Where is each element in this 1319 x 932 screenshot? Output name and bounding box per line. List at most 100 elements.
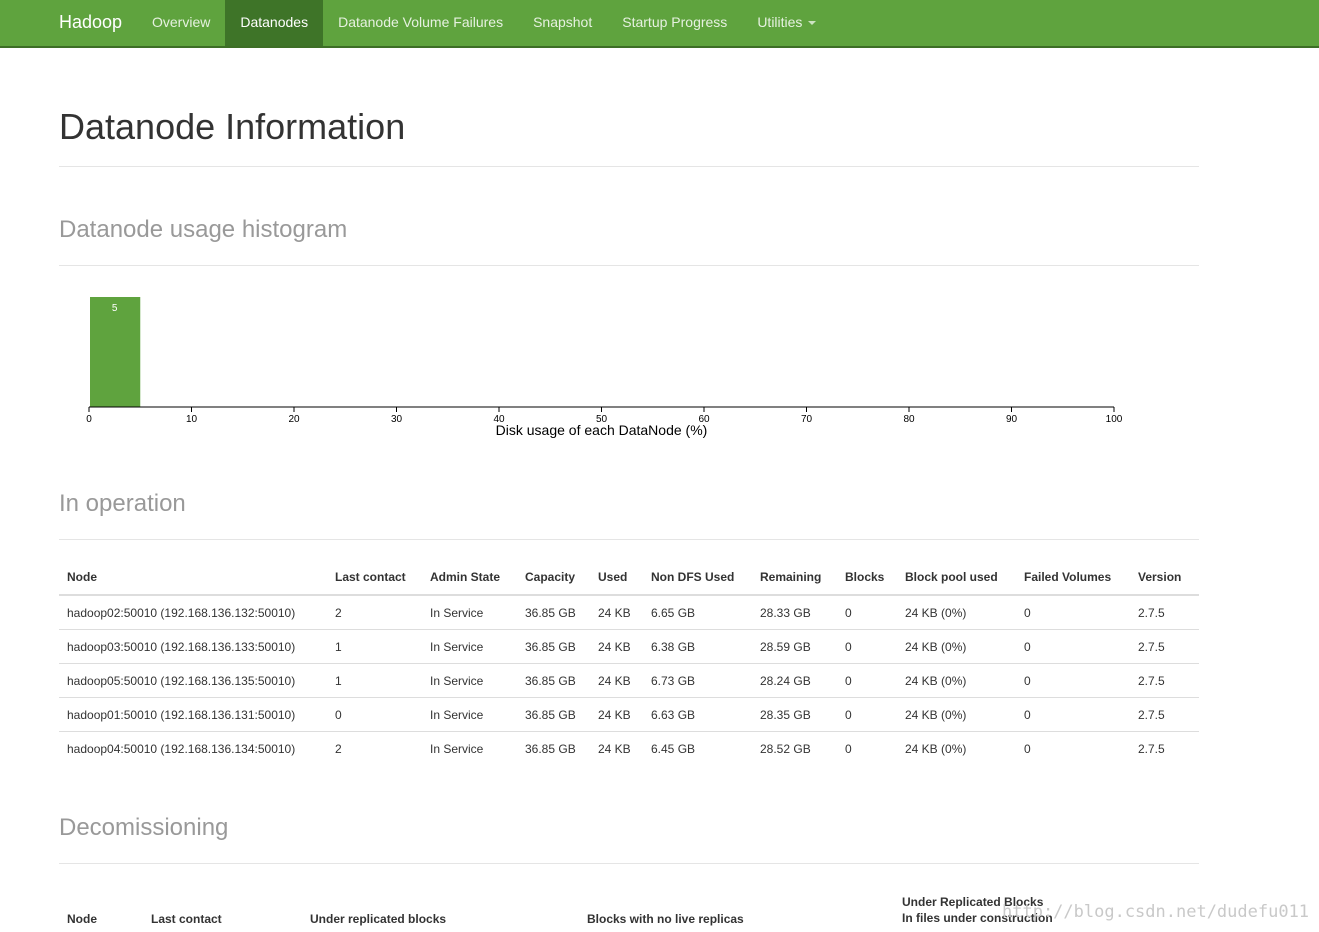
cell-block-pool-used: 24 KB (0%) xyxy=(897,629,1016,664)
caret-down-icon xyxy=(808,21,817,26)
cell-block-pool-used: 24 KB (0%) xyxy=(897,594,1016,630)
table-row: hadoop01:50010 (192.168.136.131:50010) 0… xyxy=(59,697,1199,732)
cell-node: hadoop05:50010 (192.168.136.135:50010) xyxy=(59,663,327,698)
cell-admin-state: In Service xyxy=(422,594,517,630)
cell-capacity: 36.85 GB xyxy=(517,629,590,664)
usage-histogram-chart: 50 10 20 30 40 50 60 70 80 90 100Disk usage of eac… xyxy=(86,297,1123,438)
col-version: Version xyxy=(1130,560,1199,596)
dec-col-under-replicated: Under replicated blocks xyxy=(310,912,447,926)
dec-col-node: Node xyxy=(67,912,97,926)
table-row: hadoop05:50010 (192.168.136.135:50010) 1… xyxy=(59,663,1199,698)
cell-version: 2.7.5 xyxy=(1130,663,1199,698)
cell-used: 24 KB xyxy=(590,663,643,698)
cell-admin-state: In Service xyxy=(422,629,517,664)
cell-admin-state: In Service xyxy=(422,663,517,698)
cell-node: hadoop04:50010 (192.168.136.134:50010) xyxy=(59,731,327,765)
cell-non-dfs-used: 6.73 GB xyxy=(643,663,752,698)
col-block-pool-used: Block pool used xyxy=(897,560,1016,596)
x-axis-label: Disk usage of each DataNode (%) xyxy=(496,422,708,438)
cell-version: 2.7.5 xyxy=(1130,594,1199,630)
x-tick-label: 90 xyxy=(1006,414,1018,425)
cell-version: 2.7.5 xyxy=(1130,629,1199,664)
cell-admin-state: In Service xyxy=(422,731,517,765)
nav-item-utilities-dropdown[interactable]: Utilities xyxy=(742,0,831,46)
cell-node: hadoop02:50010 (192.168.136.132:50010) xyxy=(59,594,327,630)
nav-item-utilities-label: Utilities xyxy=(757,14,803,30)
cell-used: 24 KB xyxy=(590,629,643,664)
cell-failed-volumes: 0 xyxy=(1016,731,1130,765)
col-failed-volumes: Failed Volumes xyxy=(1016,560,1130,596)
cell-blocks: 0 xyxy=(837,697,897,732)
cell-last-contact: 2 xyxy=(327,731,422,765)
cell-remaining: 28.52 GB xyxy=(752,731,837,765)
cell-last-contact: 2 xyxy=(327,594,422,630)
cell-used: 24 KB xyxy=(590,697,643,732)
cell-blocks: 0 xyxy=(837,629,897,664)
dec-col-no-live-replicas: Blocks with no live replicas xyxy=(587,912,744,926)
col-capacity: Capacity xyxy=(517,560,590,596)
in-operation-table: Node Last contact Admin State Capacity U… xyxy=(59,560,1199,765)
top-navbar: Hadoop Overview Datanodes Datanode Volum… xyxy=(0,0,1319,48)
cell-failed-volumes: 0 xyxy=(1016,629,1130,664)
x-tick-label: 0 xyxy=(86,414,92,425)
cell-admin-state: In Service xyxy=(422,697,517,732)
nav-item-startup-progress[interactable]: Startup Progress xyxy=(607,0,742,46)
cell-remaining: 28.35 GB xyxy=(752,697,837,732)
nav-item-overview[interactable]: Overview xyxy=(137,0,225,46)
col-node: Node xyxy=(59,560,327,596)
cell-non-dfs-used: 6.63 GB xyxy=(643,697,752,732)
cell-last-contact: 1 xyxy=(327,663,422,698)
decommissioning-section-title: Decomissioning xyxy=(59,814,229,841)
cell-block-pool-used: 24 KB (0%) xyxy=(897,731,1016,765)
cell-remaining: 28.59 GB xyxy=(752,629,837,664)
cell-blocks: 0 xyxy=(837,731,897,765)
cell-remaining: 28.33 GB xyxy=(752,594,837,630)
col-last-contact: Last contact xyxy=(327,560,422,596)
brand-link[interactable]: Hadoop xyxy=(59,0,122,46)
watermark: http://blog.csdn.net/dudefu011 xyxy=(1002,902,1310,922)
cell-last-contact: 0 xyxy=(327,697,422,732)
x-tick-label: 30 xyxy=(391,414,403,425)
cell-blocks: 0 xyxy=(837,663,897,698)
histogram-bar-label: 5 xyxy=(112,303,118,314)
x-tick-label: 10 xyxy=(186,414,198,425)
cell-node: hadoop01:50010 (192.168.136.131:50010) xyxy=(59,697,327,732)
nav-item-datanode-volume-failures[interactable]: Datanode Volume Failures xyxy=(323,0,518,46)
x-tick-label: 20 xyxy=(288,414,300,425)
cell-used: 24 KB xyxy=(590,731,643,765)
cell-capacity: 36.85 GB xyxy=(517,697,590,732)
table-row: hadoop03:50010 (192.168.136.133:50010) 1… xyxy=(59,629,1199,664)
cell-last-contact: 1 xyxy=(327,629,422,664)
col-non-dfs-used: Non DFS Used xyxy=(643,560,752,596)
table-row: hadoop02:50010 (192.168.136.132:50010) 2… xyxy=(59,594,1199,630)
x-tick-label: 70 xyxy=(801,414,813,425)
cell-non-dfs-used: 6.38 GB xyxy=(643,629,752,664)
cell-failed-volumes: 0 xyxy=(1016,663,1130,698)
cell-blocks: 0 xyxy=(837,594,897,630)
cell-version: 2.7.5 xyxy=(1130,697,1199,732)
cell-failed-volumes: 0 xyxy=(1016,697,1130,732)
cell-non-dfs-used: 6.65 GB xyxy=(643,594,752,630)
nav-item-datanodes[interactable]: Datanodes xyxy=(225,0,324,46)
in-operation-divider xyxy=(59,539,1199,540)
dec-col-last-contact: Last contact xyxy=(151,912,222,926)
histogram-divider xyxy=(59,265,1199,266)
cell-remaining: 28.24 GB xyxy=(752,663,837,698)
table-header-row: Node Last contact Admin State Capacity U… xyxy=(59,560,1199,596)
col-admin-state: Admin State xyxy=(422,560,517,596)
cell-block-pool-used: 24 KB (0%) xyxy=(897,663,1016,698)
cell-node: hadoop03:50010 (192.168.136.133:50010) xyxy=(59,629,327,664)
cell-capacity: 36.85 GB xyxy=(517,663,590,698)
x-tick-label: 80 xyxy=(903,414,915,425)
col-remaining: Remaining xyxy=(752,560,837,596)
col-blocks: Blocks xyxy=(837,560,897,596)
col-used: Used xyxy=(590,560,643,596)
cell-block-pool-used: 24 KB (0%) xyxy=(897,697,1016,732)
cell-capacity: 36.85 GB xyxy=(517,731,590,765)
title-divider xyxy=(59,166,1199,167)
cell-non-dfs-used: 6.45 GB xyxy=(643,731,752,765)
in-operation-section-title: In operation xyxy=(59,490,186,517)
cell-failed-volumes: 0 xyxy=(1016,594,1130,630)
nav-item-snapshot[interactable]: Snapshot xyxy=(518,0,607,46)
histogram-section-title: Datanode usage histogram xyxy=(59,216,348,243)
